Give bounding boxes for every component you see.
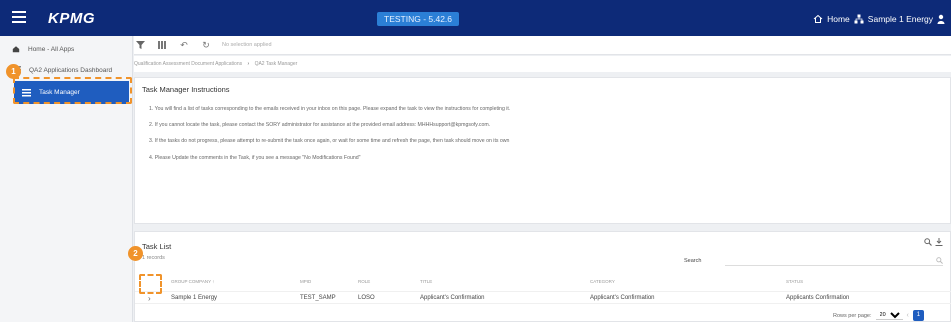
breadcrumb-parent[interactable]: Qualification Assessment Document Applic… xyxy=(134,61,242,67)
instruction-item: 4. Please Update the comments in the Tas… xyxy=(149,155,361,161)
column-header-category[interactable]: CATEGORY xyxy=(590,279,615,284)
cell-category: Applicant's Confirmation xyxy=(590,295,655,301)
column-header-group-company[interactable]: GROUP COMPANY ↑ xyxy=(171,279,215,284)
environment-badge: TESTING - 5.42.6 xyxy=(377,12,460,26)
search-label: Search xyxy=(684,258,702,264)
callout-number-2: 2 xyxy=(128,246,143,261)
table-row[interactable]: › Sample 1 Energy TEST_SAMP LOSO Applica… xyxy=(135,291,951,304)
page-button-current[interactable]: 1 xyxy=(912,310,924,321)
cell-role: LOSO xyxy=(358,295,375,301)
search-icon[interactable] xyxy=(936,257,943,264)
task-list-card: Task List 1 records Search GROUP COMPANY… xyxy=(134,231,951,322)
breadcrumb-separator: › xyxy=(247,61,250,67)
filter-icon[interactable] xyxy=(134,39,146,51)
instruction-item: 3. If the tasks do not progress, please … xyxy=(149,138,510,144)
hamburger-menu-icon[interactable] xyxy=(12,11,26,23)
pagination: Rows per page: 20 ‹ 1 xyxy=(833,310,950,321)
header-right-nav: Home Sample 1 Energy xyxy=(813,12,945,26)
zoom-icon[interactable] xyxy=(924,238,932,246)
instruction-item: 2. If you cannot locate the task, please… xyxy=(149,122,491,128)
breadcrumb-current: QA2 Task Manager xyxy=(254,61,298,67)
sidebar-item-label: QA2 Applications Dashboard xyxy=(29,66,113,74)
toolbar: ↶ ↻ No selection applied xyxy=(134,36,951,55)
cell-group-company: Sample 1 Energy xyxy=(171,295,218,301)
download-icon[interactable] xyxy=(935,238,943,246)
filter-status-text: No selection applied xyxy=(222,42,272,48)
undo-icon[interactable]: ↶ xyxy=(178,39,190,51)
cell-title: Applicant's Confirmation xyxy=(420,295,485,301)
home-link[interactable]: Home xyxy=(827,14,850,24)
task-list-tools xyxy=(924,238,943,246)
instruction-item: 1. You will find a list of tasks corresp… xyxy=(149,106,511,112)
instructions-card: Task Manager Instructions 1. You will fi… xyxy=(134,77,951,224)
column-header-role[interactable]: ROLE xyxy=(358,279,370,284)
refresh-icon[interactable]: ↻ xyxy=(200,39,212,51)
home-icon[interactable] xyxy=(813,14,823,24)
sidebar-item-label: Home - All Apps xyxy=(28,45,75,53)
task-list-title: Task List xyxy=(142,242,172,251)
organization-selector[interactable]: Sample 1 Energy xyxy=(868,14,933,24)
user-icon[interactable] xyxy=(937,14,945,24)
rows-per-page-select[interactable]: 20 xyxy=(875,311,903,320)
cell-mpid: TEST_SAMP xyxy=(300,295,336,301)
rows-per-page-label: Rows per page: xyxy=(833,312,872,319)
breadcrumb: Qualification Assessment Document Applic… xyxy=(134,56,951,72)
search-input[interactable] xyxy=(725,255,943,266)
top-navbar: KPMG TESTING - 5.42.6 Home Sample 1 Ener… xyxy=(0,0,951,36)
cell-status: Applicants Confirmation xyxy=(786,295,850,301)
organization-icon xyxy=(854,14,864,24)
callout-highlight-1 xyxy=(13,77,132,104)
column-header-status[interactable]: STATUS xyxy=(786,279,803,284)
expand-row-chevron-icon[interactable]: › xyxy=(148,294,151,303)
table-header: GROUP COMPANY ↑ MPID ROLE TITLE CATEGORY… xyxy=(135,277,951,287)
prev-page-chevron-icon[interactable]: ‹ xyxy=(907,312,909,319)
kpmg-logo: KPMG xyxy=(48,10,95,27)
callout-highlight-2 xyxy=(139,274,162,294)
callout-number-1: 1 xyxy=(6,64,21,79)
home-icon xyxy=(12,46,20,53)
record-count: 1 records xyxy=(142,255,165,261)
columns-icon[interactable] xyxy=(156,39,168,51)
sidebar-item-home[interactable]: Home - All Apps xyxy=(0,39,133,59)
instructions-title: Task Manager Instructions xyxy=(142,85,230,94)
column-header-title[interactable]: TITLE xyxy=(420,279,432,284)
column-header-mpid[interactable]: MPID xyxy=(300,279,311,284)
